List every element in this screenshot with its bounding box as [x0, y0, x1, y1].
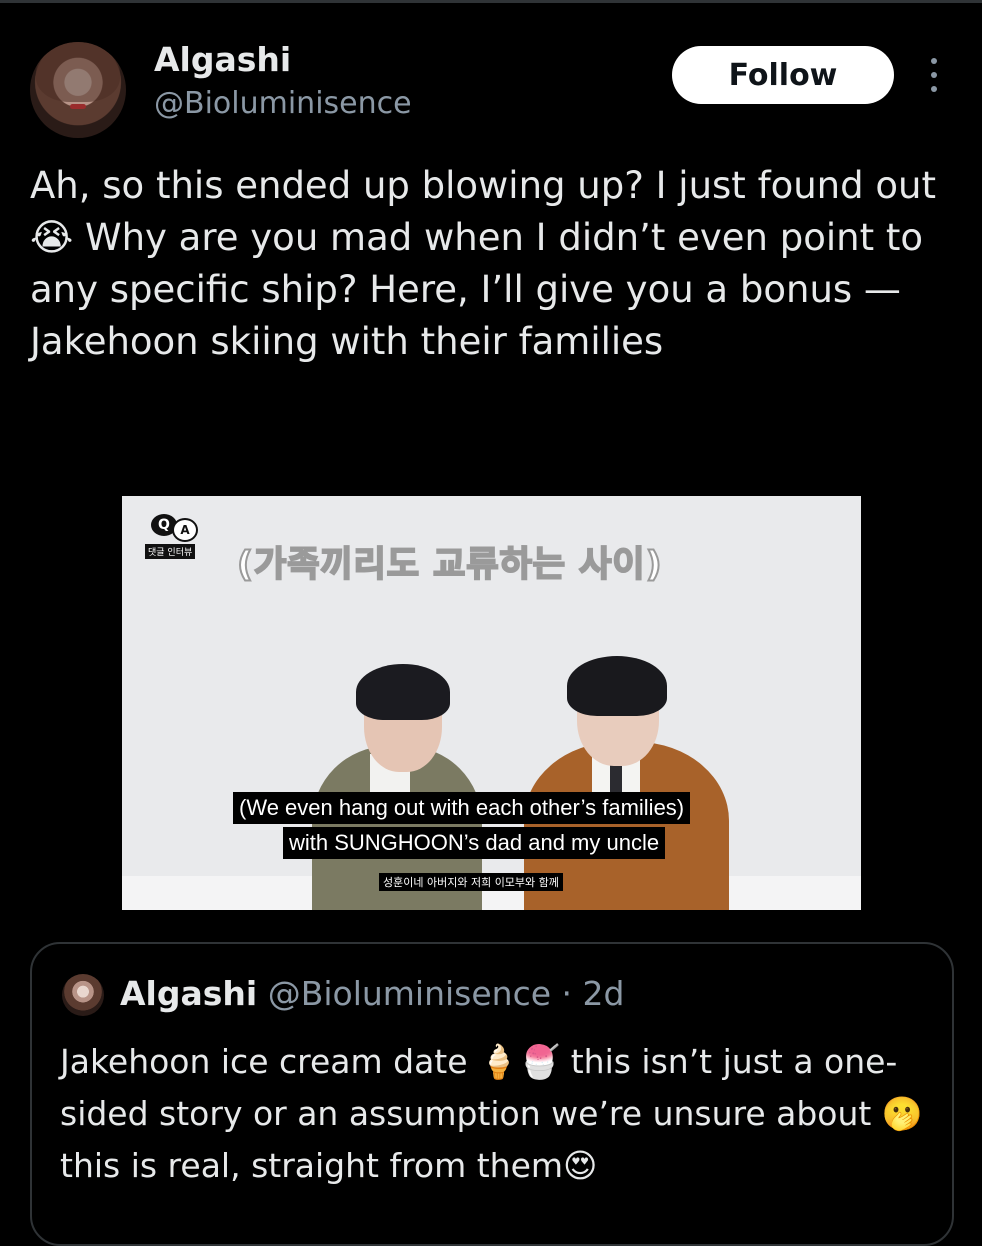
qa-logo: Q A 댓글 인터뷰 [145, 514, 203, 559]
quoted-post[interactable]: Algashi @Bioluminisence · 2d Jakehoon ic… [30, 942, 954, 1246]
avatar-lips [70, 104, 86, 109]
subtitle-line-2: with SUNGHOON’s dad and my uncle [283, 827, 666, 859]
avatar[interactable] [30, 42, 126, 138]
subtitle-line-1: (We even hang out with each other’s fami… [233, 792, 691, 824]
author-handle[interactable]: @Bioluminisence [154, 86, 412, 121]
quoted-author-handle: @Bioluminisence [267, 974, 552, 1013]
author-name[interactable]: Algashi [154, 40, 291, 79]
follow-button[interactable]: Follow [672, 46, 894, 104]
qa-a: A [172, 518, 198, 542]
media-image[interactable]: Q A 댓글 인터뷰 (가족끼리도 교류하는 사이) (We even hang… [122, 496, 861, 910]
avatar-hair [36, 42, 120, 102]
korean-subtitle: 성훈이네 아버지와 저희 이모부와 함께 [379, 873, 563, 891]
more-options-icon[interactable] [926, 58, 942, 92]
quoted-header: Algashi @Bioluminisence · 2d [120, 974, 624, 1014]
person-left-hair [356, 664, 450, 720]
person-right-hair [567, 656, 667, 716]
post-text: Ah, so this ended up blowing up? I just … [30, 164, 936, 363]
quoted-author-name: Algashi [120, 974, 258, 1013]
quoted-age: · 2d [561, 974, 625, 1013]
media-headline: (가족끼리도 교류하는 사이) [236, 544, 663, 586]
qa-tag: 댓글 인터뷰 [145, 544, 196, 559]
quoted-text: Jakehoon ice cream date 🍦🍧 this isn’t ju… [60, 1042, 923, 1185]
quoted-avatar [62, 974, 104, 1016]
top-divider [0, 0, 982, 3]
